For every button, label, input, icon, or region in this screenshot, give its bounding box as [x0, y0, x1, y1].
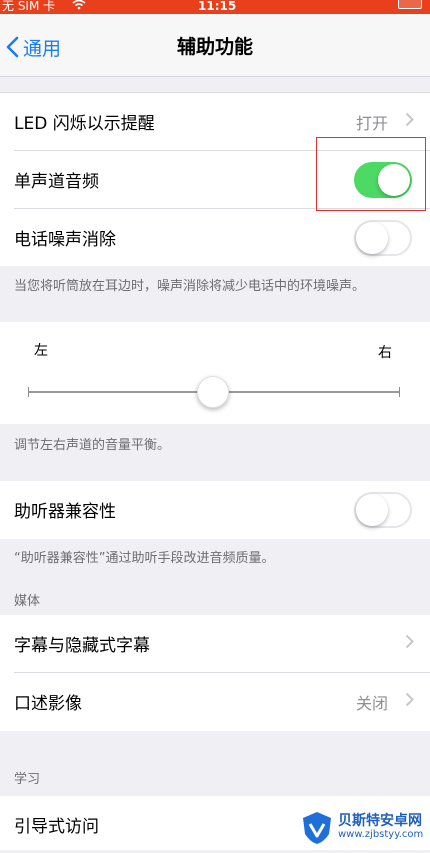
- led-flash-label: LED 闪烁以示提醒: [14, 114, 155, 134]
- slider-tick-left: [28, 387, 29, 397]
- hearing-aid-footnote: “助听器兼容性”通过助听手段改进音频质量。: [14, 551, 275, 566]
- watermark-text: 贝斯特安卓网 www.zjbstyy.com: [338, 814, 423, 842]
- led-flash-value: 打开: [355, 113, 388, 133]
- hearing-aid-group: 助听器兼容性: [0, 481, 430, 539]
- watermark-title: 贝斯特安卓网: [338, 813, 422, 829]
- hearing-aid-row: 助听器兼容性: [0, 481, 430, 538]
- site-watermark: 贝斯特安卓网 www.zjbstyy.com: [300, 806, 430, 850]
- media-group: 字幕与隐藏式字幕 口述影像 关闭: [0, 615, 430, 731]
- balance-footnote: 调节左右声道的音量平衡。: [14, 438, 171, 453]
- highlight-box: [316, 137, 426, 211]
- captions-label: 字幕与隐藏式字幕: [14, 636, 150, 656]
- status-bar: 无 SIM 卡 11:15: [0, 0, 430, 14]
- noise-cancel-footnote: 当您将听筒放在耳边时，噪声消除将减少电话中的环境噪声。: [14, 279, 366, 294]
- audio-description-row[interactable]: 口述影像 关闭: [0, 673, 430, 730]
- noise-cancel-toggle[interactable]: [354, 219, 412, 256]
- audio-description-value: 关闭: [355, 693, 388, 713]
- chevron-right-icon: [405, 634, 414, 653]
- watermark-url: www.zjbstyy.com: [338, 829, 424, 840]
- wifi-icon: [72, 0, 86, 13]
- captions-row[interactable]: 字幕与隐藏式字幕: [0, 615, 430, 672]
- audio-description-label: 口述影像: [14, 694, 82, 714]
- left-label: 左: [34, 343, 48, 359]
- mono-audio-label: 单声道音频: [14, 172, 99, 192]
- carrier-label: 无 SIM 卡: [2, 0, 56, 13]
- right-label: 右: [378, 345, 392, 361]
- shield-logo-icon: [303, 812, 331, 844]
- guided-access-label: 引导式访问: [14, 817, 99, 837]
- page-title: 辅助功能: [176, 36, 253, 58]
- balance-group: 左 右: [0, 322, 430, 424]
- hearing-aid-label: 助听器兼容性: [14, 502, 116, 522]
- chevron-right-icon: [405, 692, 414, 711]
- balance-slider-knob[interactable]: [197, 376, 229, 408]
- chevron-right-icon: [405, 112, 414, 131]
- clock: 11:15: [198, 0, 237, 13]
- learning-section-header: 学习: [14, 772, 41, 787]
- navigation-bar: 通用 辅助功能: [0, 14, 430, 77]
- noise-cancel-label: 电话噪声消除: [14, 230, 116, 250]
- noise-cancel-row: 电话噪声消除: [0, 209, 430, 266]
- toggle-knob: [356, 221, 388, 254]
- slider-tick-right: [399, 387, 400, 397]
- battery-icon: [398, 0, 422, 9]
- hearing-aid-toggle[interactable]: [354, 491, 412, 528]
- toggle-knob: [356, 493, 388, 526]
- media-section-header: 媒体: [14, 594, 41, 609]
